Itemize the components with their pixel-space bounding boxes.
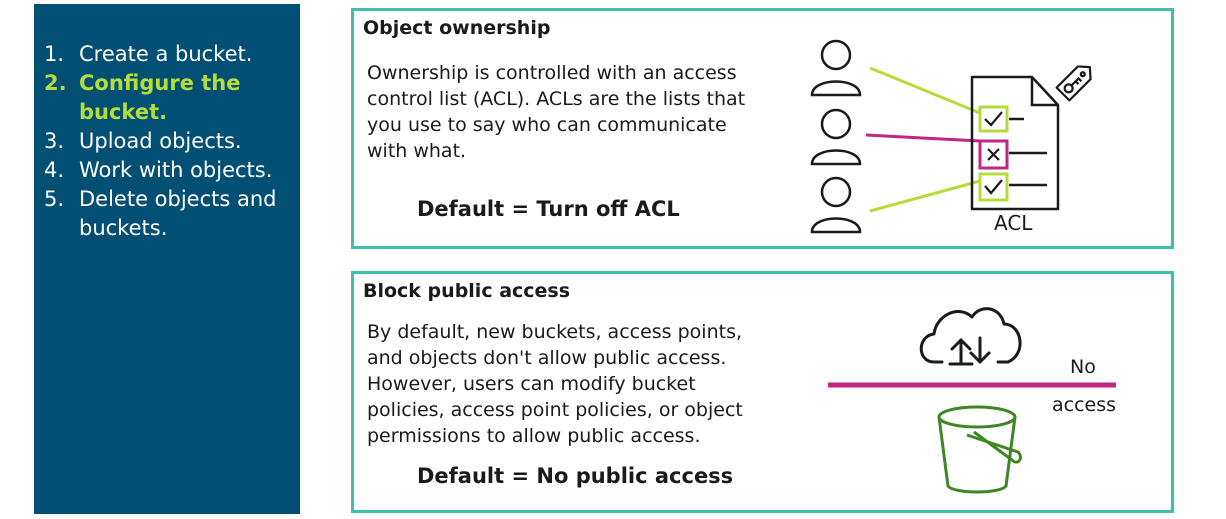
- default-setting: Default = No public access: [417, 464, 734, 488]
- step-text: Create a bucket.: [79, 42, 253, 66]
- panel-title: Block public access: [363, 280, 571, 302]
- step-number: 2.: [44, 71, 67, 95]
- allow-connector: [869, 179, 981, 213]
- step-text: Work with objects.: [79, 158, 273, 182]
- step-list: 1. Create a bucket. 2. Configure the bucke…: [44, 40, 294, 243]
- checkbox-check-icon: [978, 105, 1009, 133]
- tag-key-icon: [1055, 65, 1092, 102]
- step-number: 3.: [44, 129, 65, 153]
- acl-label: ACL: [994, 211, 1033, 235]
- step-number: 4.: [44, 158, 65, 182]
- step-item-3: 3. Upload objects.: [44, 127, 294, 156]
- no-access-label-line2: access: [1052, 394, 1117, 416]
- no-access-label-line1: No: [1070, 356, 1096, 378]
- allow-connector: [869, 66, 981, 115]
- step-text: Upload objects.: [79, 129, 242, 153]
- step-sidebar: 1. Create a bucket. 2. Configure the bucke…: [34, 4, 300, 514]
- checkbox-check-icon: [978, 172, 1009, 202]
- bucket-icon: [937, 405, 1022, 494]
- step-item-4: 4. Work with objects.: [44, 156, 294, 185]
- panel-description: Ownership is controlled with an access c…: [367, 62, 746, 162]
- step-item-5: 5. Delete objects and buckets.: [44, 185, 294, 243]
- step-text: Configure the bucket.: [79, 71, 241, 124]
- acl-diagram: [810, 39, 1092, 234]
- step-number: 1.: [44, 42, 65, 66]
- step-number: 5.: [44, 187, 65, 211]
- panel-description: By default, new buckets, access points, …: [367, 321, 743, 447]
- panel-title: Object ownership: [363, 17, 551, 39]
- block-public-access-panel: Block public access By default, new buck…: [351, 271, 1174, 513]
- user-icon: [810, 108, 862, 166]
- user-icon: [810, 39, 862, 97]
- object-ownership-panel: Object ownership Ownership is controlled…: [351, 8, 1174, 249]
- step-item-1: 1. Create a bucket.: [44, 40, 294, 69]
- checkbox-x-icon: [978, 139, 1009, 170]
- step-text: Delete objects and buckets.: [79, 187, 277, 240]
- default-setting: Default = Turn off ACL: [417, 197, 680, 221]
- step-item-2: 2. Configure the bucket.: [44, 69, 294, 127]
- deny-connector: [865, 133, 981, 143]
- user-icon: [810, 176, 862, 234]
- cloud-upload-download-icon: [919, 307, 1022, 366]
